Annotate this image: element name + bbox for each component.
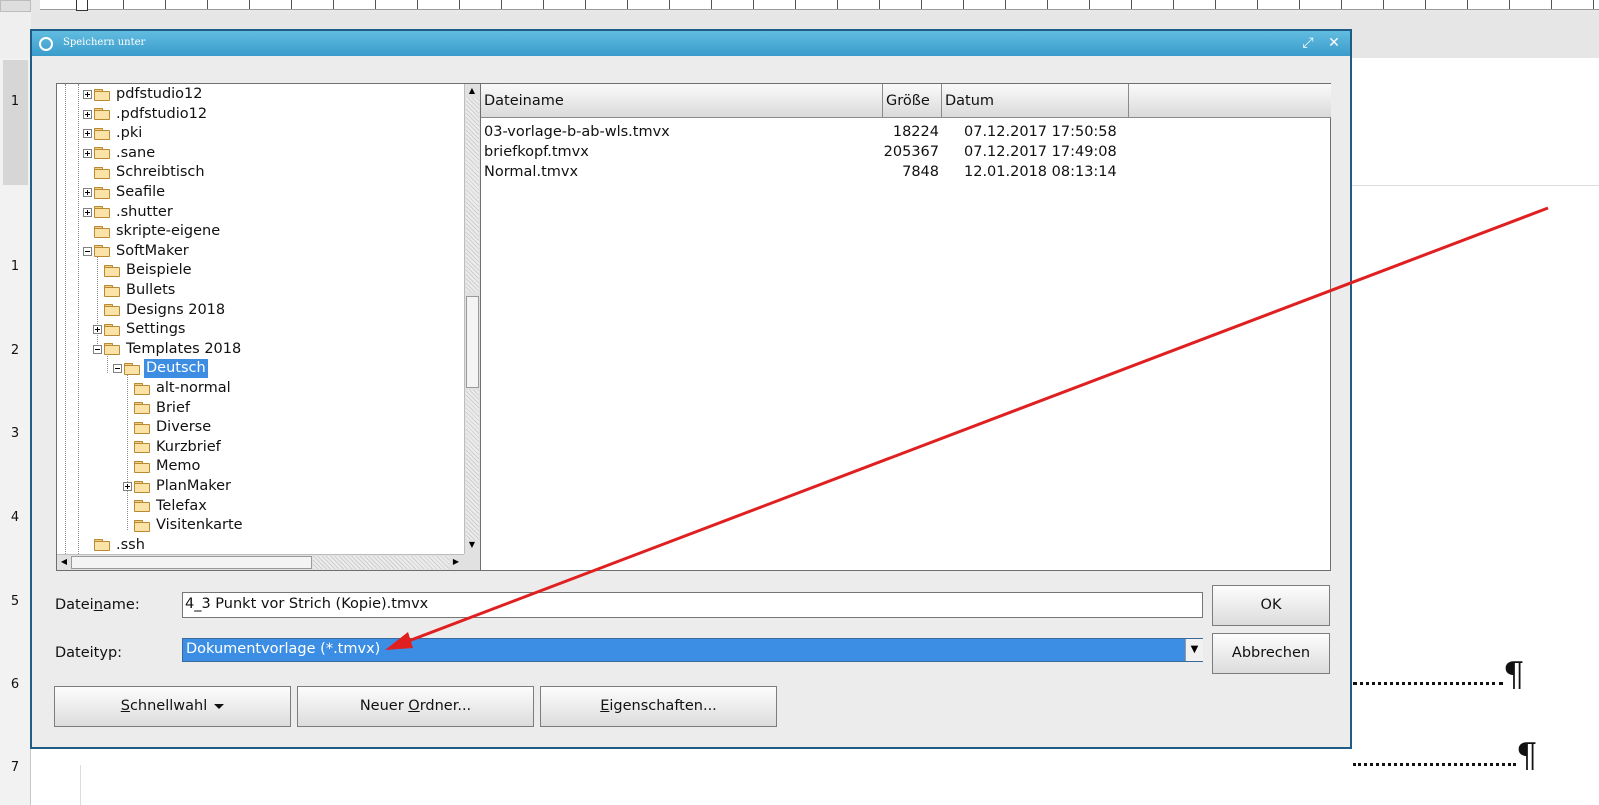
annotation-arrow-head xyxy=(385,632,413,650)
annotation-arrow-line xyxy=(397,206,1549,647)
annotation-arrow xyxy=(385,206,1549,650)
